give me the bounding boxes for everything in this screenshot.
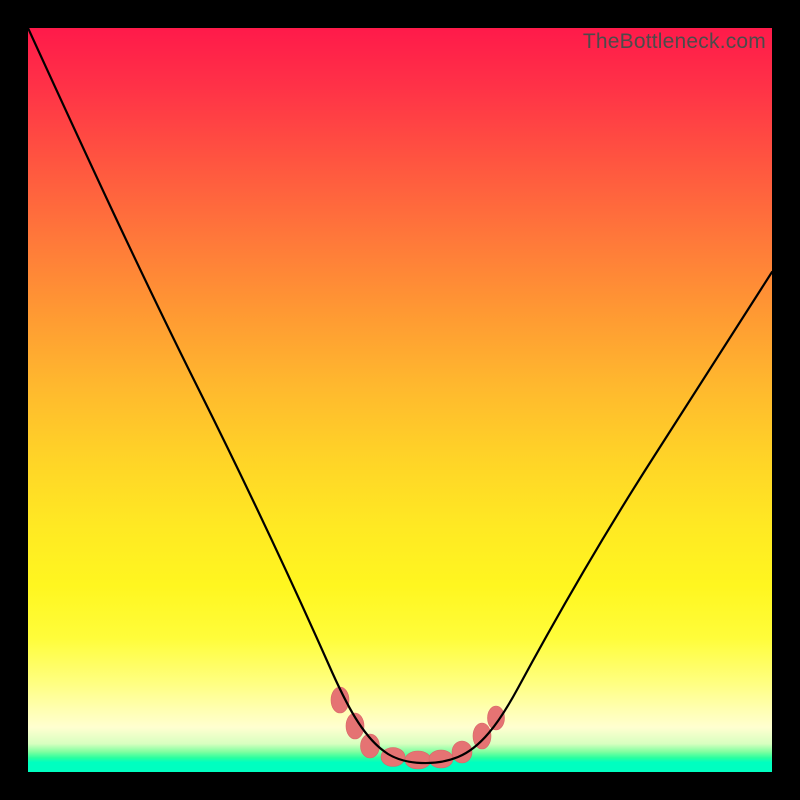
outer-frame: TheBottleneck.com bbox=[0, 0, 800, 800]
watermark-text: TheBottleneck.com bbox=[583, 30, 766, 54]
marker-group bbox=[331, 687, 505, 769]
bottleneck-curve bbox=[28, 28, 772, 772]
curve-marker bbox=[405, 751, 431, 769]
curve-marker bbox=[488, 706, 505, 730]
plot-area bbox=[28, 28, 772, 772]
curve-path bbox=[28, 28, 772, 763]
